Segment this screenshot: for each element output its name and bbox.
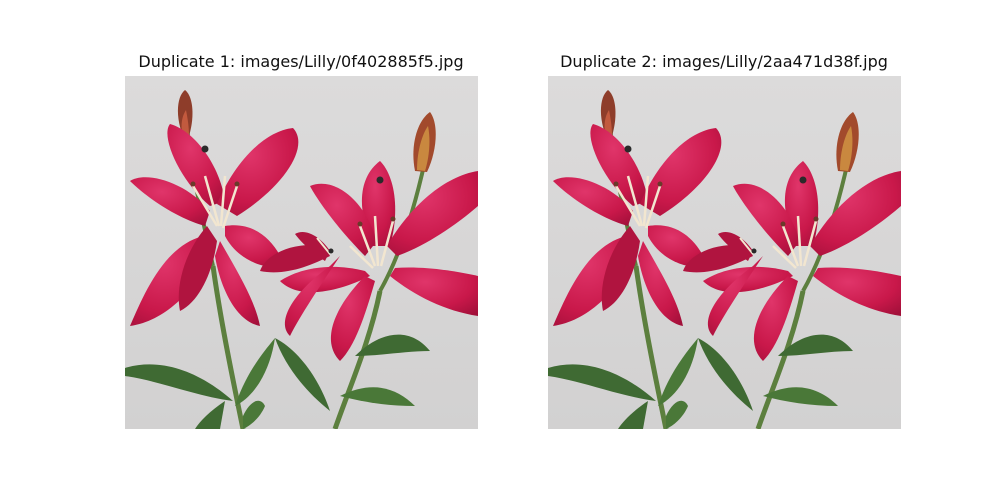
panel-title-1: Duplicate 1: images/Lilly/0f402885f5.jpg	[138, 52, 464, 71]
lily-photo-2	[548, 76, 901, 429]
panel-title-2: Duplicate 2: images/Lilly/2aa471d38f.jpg	[560, 52, 888, 71]
lily-photo-1	[125, 76, 478, 429]
